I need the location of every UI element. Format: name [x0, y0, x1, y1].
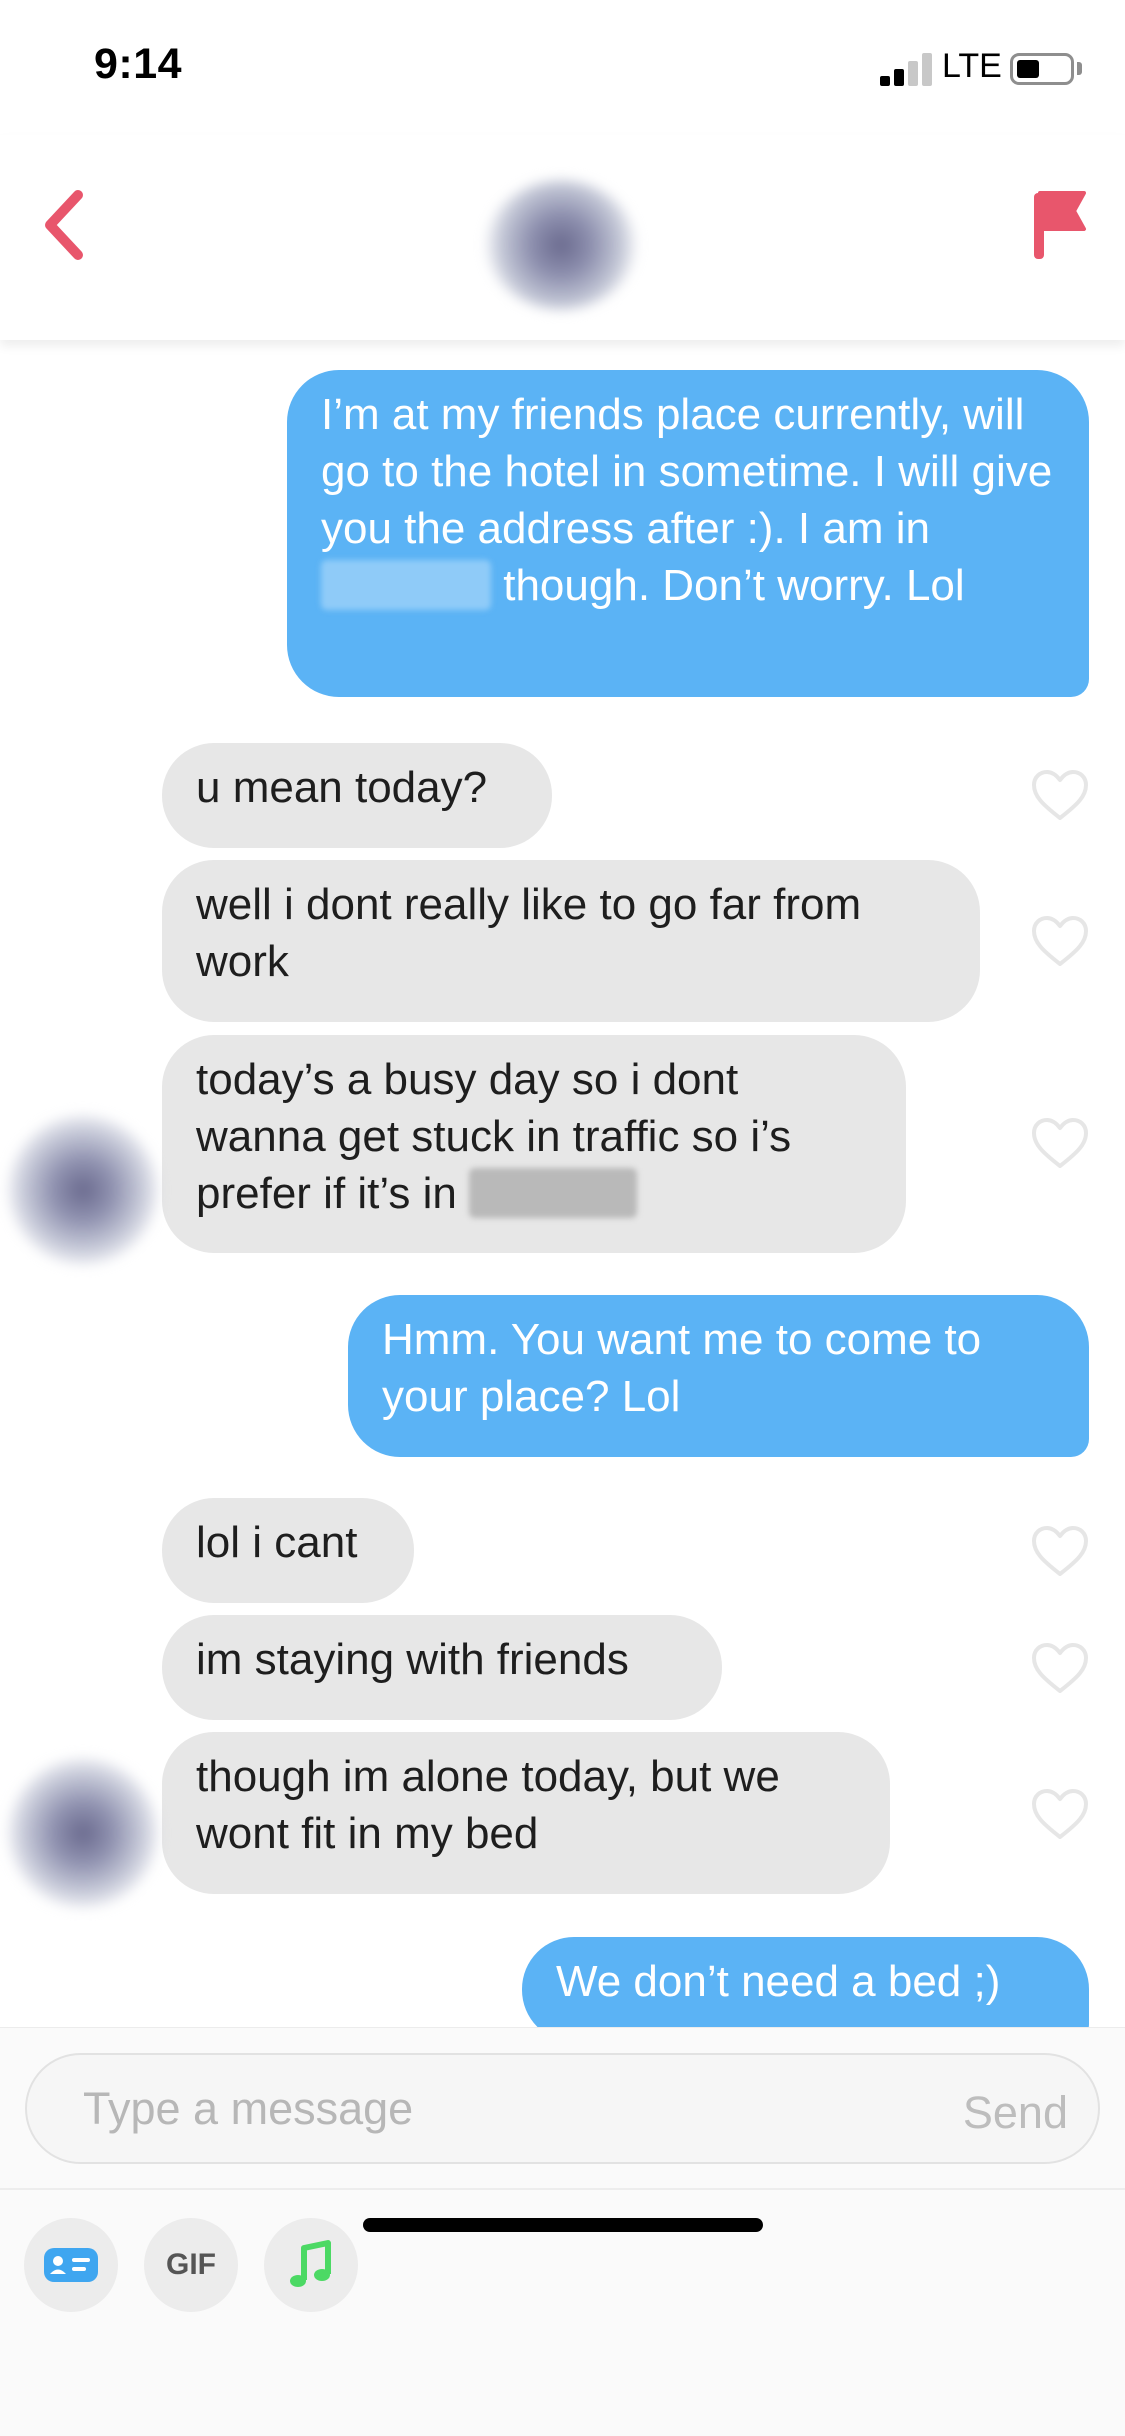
message-received[interactable]: u mean today?: [162, 743, 552, 848]
signal-icon: [880, 52, 934, 86]
message-text: lol i cant: [196, 1518, 358, 1567]
gif-button[interactable]: GIF: [144, 2218, 238, 2312]
message-list[interactable]: I’m at my friends place currently, will …: [0, 340, 1125, 2027]
message-text: Hmm. You want me to come to your place? …: [382, 1315, 982, 1421]
message-received[interactable]: lol i cant: [162, 1498, 414, 1603]
message-field[interactable]: Send: [25, 2053, 1100, 2164]
message-received[interactable]: today’s a busy day so i dont wanna get s…: [162, 1035, 906, 1253]
report-button[interactable]: [1030, 185, 1090, 265]
message-sent[interactable]: I’m at my friends place currently, will …: [287, 370, 1089, 697]
like-heart-icon[interactable]: [1030, 914, 1090, 968]
gif-label: GIF: [166, 2248, 216, 2281]
message-input[interactable]: [83, 2055, 903, 2162]
message-sent[interactable]: We don’t need a bed ;): [522, 1937, 1089, 2027]
music-button[interactable]: [264, 2218, 358, 2312]
network-label: LTE: [942, 47, 1002, 85]
composer-bar: Send: [0, 2027, 1125, 2188]
like-heart-icon[interactable]: [1030, 1524, 1090, 1578]
redacted-location: [469, 1168, 638, 1218]
contact-card-icon: [44, 2248, 98, 2282]
message-received[interactable]: though im alone today, but we wont fit i…: [162, 1732, 890, 1894]
message-text: well i dont really like to go far from w…: [196, 880, 862, 986]
music-note-icon: [290, 2240, 331, 2287]
message-text: u mean today?: [196, 763, 488, 812]
contact-card-button[interactable]: [24, 2218, 118, 2312]
sender-avatar[interactable]: [8, 1758, 158, 1908]
message-text: though im alone today, but we wont fit i…: [196, 1752, 780, 1858]
message-text: im staying with friends: [196, 1635, 629, 1684]
home-indicator[interactable]: [363, 2218, 763, 2232]
send-button[interactable]: Send: [963, 2087, 1068, 2139]
status-time: 9:14: [94, 40, 183, 88]
like-heart-icon[interactable]: [1030, 1116, 1090, 1170]
status-bar: 9:14 LTE: [0, 0, 1125, 135]
like-heart-icon[interactable]: [1030, 768, 1090, 822]
message-text: though. Don’t worry. Lol: [503, 561, 965, 610]
flag-icon: [1034, 191, 1086, 259]
message-text: I’m at my friends place currently, will …: [321, 390, 1053, 553]
message-received[interactable]: well i dont really like to go far from w…: [162, 860, 980, 1022]
message-sent[interactable]: Hmm. You want me to come to your place? …: [348, 1295, 1089, 1457]
like-heart-icon[interactable]: [1030, 1787, 1090, 1841]
message-received[interactable]: im staying with friends: [162, 1615, 722, 1720]
chat-header: [0, 135, 1125, 340]
sender-avatar[interactable]: [8, 1115, 158, 1265]
redacted-location: [321, 560, 491, 610]
like-heart-icon[interactable]: [1030, 1641, 1090, 1695]
match-avatar[interactable]: [486, 180, 636, 310]
battery-icon: [1010, 53, 1074, 85]
message-text: We don’t need a bed ;): [556, 1957, 1001, 2006]
chevron-left-icon: [45, 190, 83, 260]
back-button[interactable]: [36, 185, 96, 265]
